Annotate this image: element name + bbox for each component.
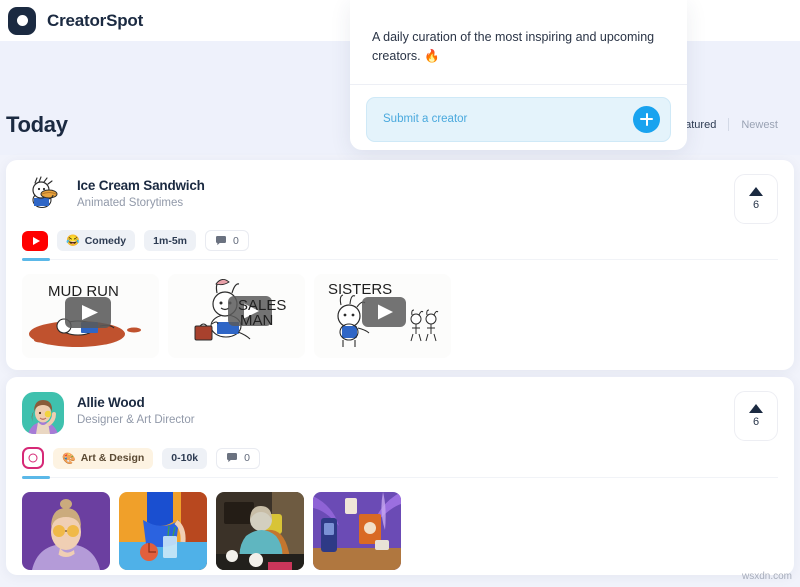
youtube-icon[interactable] [22, 230, 48, 251]
tag-row-underline [22, 258, 778, 261]
metric-label: 0-10k [171, 452, 199, 464]
fire-emoji-icon: 🔥 [424, 49, 440, 64]
category-label: Comedy [84, 234, 127, 247]
blue-dress-still-life-thumbnail [119, 492, 207, 570]
allie-wood-avatar-icon [22, 392, 64, 434]
creator-tag-row: 🎨 Art & Design 0-10k 0 [6, 434, 794, 469]
creator-meta: Ice Cream Sandwich Animated Storytimes [77, 175, 205, 217]
comments-pill[interactable]: 0 [216, 447, 260, 469]
creator-name: Allie Wood [77, 395, 145, 410]
svg-text:SISTERS: SISTERS [328, 281, 392, 298]
app-root: CreatorSpot Today Featured Newest A dail… [0, 0, 800, 587]
palette-emoji-icon: 🎨 [62, 452, 76, 465]
category-pill[interactable]: 🎨 Art & Design [53, 447, 154, 469]
brand-logo-icon[interactable] [8, 6, 36, 35]
comment-bubble-icon [216, 235, 226, 245]
sales-man-thumbnail: SALES MAN [168, 274, 305, 358]
list-item[interactable] [216, 492, 304, 570]
list-item[interactable] [313, 492, 401, 570]
list-item[interactable] [22, 492, 110, 570]
instagram-lens-ring [28, 453, 38, 463]
comment-count: 0 [244, 452, 250, 464]
avatar[interactable] [22, 392, 64, 434]
svg-text:MAN: MAN [240, 312, 273, 329]
workspace-coffee-thumbnail [216, 492, 304, 570]
creator-name: Ice Cream Sandwich [77, 178, 205, 193]
page-title: Today [6, 112, 68, 137]
creator-card[interactable]: Allie Wood Designer & Art Director 6 🎨 A… [6, 377, 794, 575]
tag-row-underline [22, 476, 778, 479]
filter-divider [728, 118, 730, 131]
creator-card[interactable]: Ice Cream Sandwich Animated Storytimes 6… [6, 160, 794, 370]
instagram-icon[interactable] [22, 447, 44, 469]
metric-label: 1m-5m [153, 234, 187, 247]
upvote-button[interactable]: 6 [734, 174, 778, 224]
tab-newest[interactable]: Newest [739, 119, 780, 131]
add-creator-button[interactable] [633, 105, 660, 133]
list-item[interactable]: SALES MAN [168, 274, 305, 358]
brand-name: CreatorSpot [47, 10, 144, 30]
submit-creator-card: A daily curation of the most inspiring a… [350, 0, 687, 150]
product-palms-thumbnail [313, 492, 401, 570]
portrait-sunglasses-thumbnail [22, 492, 110, 570]
submit-input-row [366, 96, 671, 142]
ice-cream-sandwich-avatar-icon [22, 175, 64, 217]
laughing-emoji-icon: 😂 [66, 235, 80, 247]
category-label: Art & Design [80, 452, 145, 464]
logo-inner-dot [16, 15, 28, 26]
creator-role: Animated Storytimes [77, 197, 184, 209]
category-pill[interactable]: 😂 Comedy [57, 230, 136, 251]
comments-pill[interactable]: 0 [205, 230, 249, 251]
upvote-button[interactable]: 6 [734, 391, 778, 441]
submit-card-divider [350, 83, 687, 85]
vote-count: 6 [752, 199, 760, 211]
creator-card-header: Ice Cream Sandwich Animated Storytimes 6 [6, 160, 794, 224]
mud-run-thumbnail: MUD RUN [22, 274, 159, 358]
watermark: wsxdn.com [741, 571, 792, 582]
comment-bubble-icon [227, 453, 238, 463]
creator-role: Designer & Art Director [77, 414, 195, 426]
list-item[interactable]: SISTERS [314, 274, 451, 358]
video-thumbnail-list: MUD RUN SALES MAN SISTERS [6, 260, 794, 358]
submit-card-description: A daily curation of the most inspiring a… [350, 0, 687, 67]
vote-count: 6 [752, 416, 760, 428]
sisters-thumbnail: SISTERS [314, 274, 451, 358]
creator-tag-row: 😂 Comedy 1m-5m 0 [6, 217, 794, 251]
avatar[interactable] [22, 175, 64, 217]
photo-thumbnail-list [6, 478, 794, 570]
caret-up-icon [749, 187, 763, 196]
submit-creator-input[interactable] [383, 113, 633, 126]
comment-count: 0 [233, 234, 239, 247]
creator-card-header: Allie Wood Designer & Art Director 6 [6, 377, 794, 441]
creator-meta: Allie Wood Designer & Art Director [77, 392, 195, 434]
list-item[interactable] [119, 492, 207, 570]
submit-description-text: A daily curation of the most inspiring a… [372, 30, 655, 64]
metric-pill[interactable]: 1m-5m [144, 230, 196, 251]
list-item[interactable]: MUD RUN [22, 274, 159, 358]
caret-up-icon [749, 404, 763, 413]
metric-pill[interactable]: 0-10k [162, 447, 208, 469]
